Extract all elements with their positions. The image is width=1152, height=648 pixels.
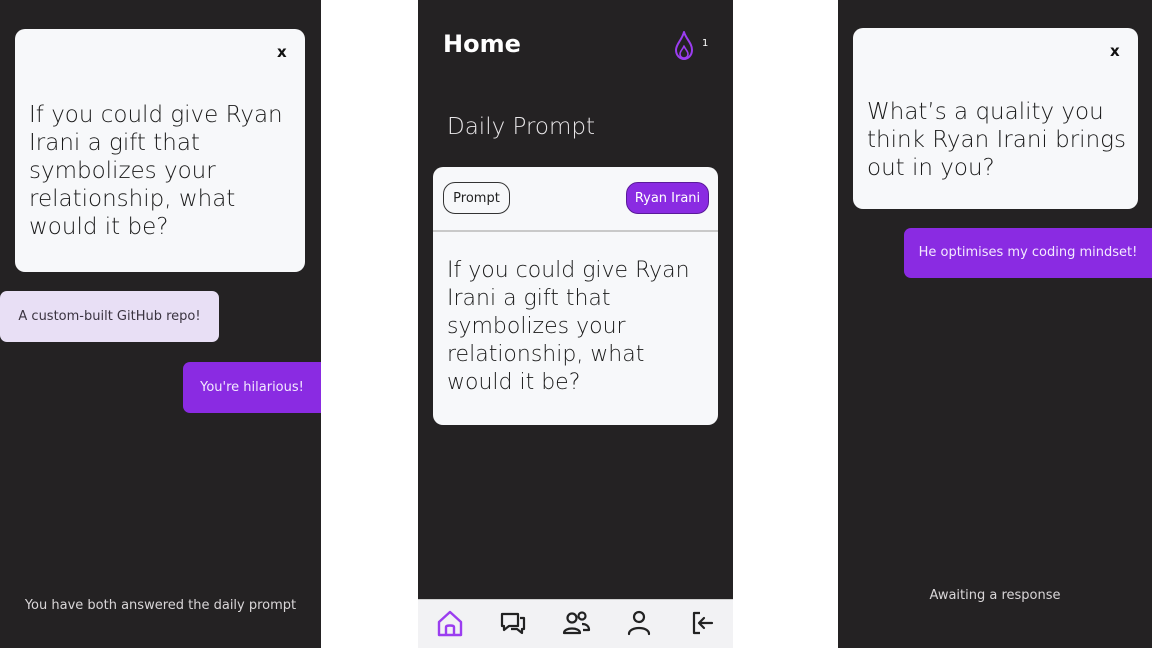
flame-icon (674, 30, 694, 64)
prompt-question: What’s a quality you think Ryan Irani br… (867, 99, 1126, 181)
page-title: Home (443, 30, 521, 58)
daily-prompt-card[interactable]: Prompt Ryan Irani If you could give Ryan… (433, 167, 718, 425)
bottom-nav (418, 599, 733, 648)
nav-profile[interactable] (619, 605, 659, 645)
right-screen: x What’s a quality you think Ryan Irani … (838, 0, 1152, 648)
profile-icon (624, 608, 654, 642)
logout-icon (687, 608, 717, 642)
status-text: Awaiting a response (929, 588, 1061, 603)
streak-count: 1 (702, 38, 709, 49)
nav-home[interactable] (430, 605, 470, 645)
prompt-question: If you could give Ryan Irani a gift that… (29, 102, 283, 240)
close-button[interactable]: x (277, 43, 287, 61)
left-screen: x If you could give Ryan Irani a gift th… (0, 0, 321, 648)
prompt-card: x If you could give Ryan Irani a gift th… (15, 29, 305, 272)
section-title: Daily Prompt (447, 114, 596, 140)
nav-chat[interactable] (493, 605, 533, 645)
nav-logout[interactable] (682, 605, 722, 645)
close-button[interactable]: x (1110, 42, 1120, 60)
friends-icon (561, 608, 591, 642)
prompt-chip[interactable]: Prompt (443, 182, 510, 214)
message-bubble-sent: You're hilarious! (183, 362, 321, 413)
divider (433, 230, 718, 232)
message-bubble-received: A custom-built GitHub repo! (0, 291, 219, 342)
user-chip[interactable]: Ryan Irani (626, 182, 709, 214)
home-screen: Home 1 Daily Prompt Prompt Ryan Irani If… (418, 0, 733, 648)
chat-icon (498, 608, 528, 642)
prompt-question: If you could give Ryan Irani a gift that… (447, 258, 690, 395)
nav-friends[interactable] (556, 605, 596, 645)
status-text: You have both answered the daily prompt (24, 598, 297, 613)
prompt-card: x What’s a quality you think Ryan Irani … (853, 28, 1138, 209)
message-bubble-sent: He optimises my coding mindset! (904, 228, 1152, 278)
home-icon (435, 608, 465, 642)
